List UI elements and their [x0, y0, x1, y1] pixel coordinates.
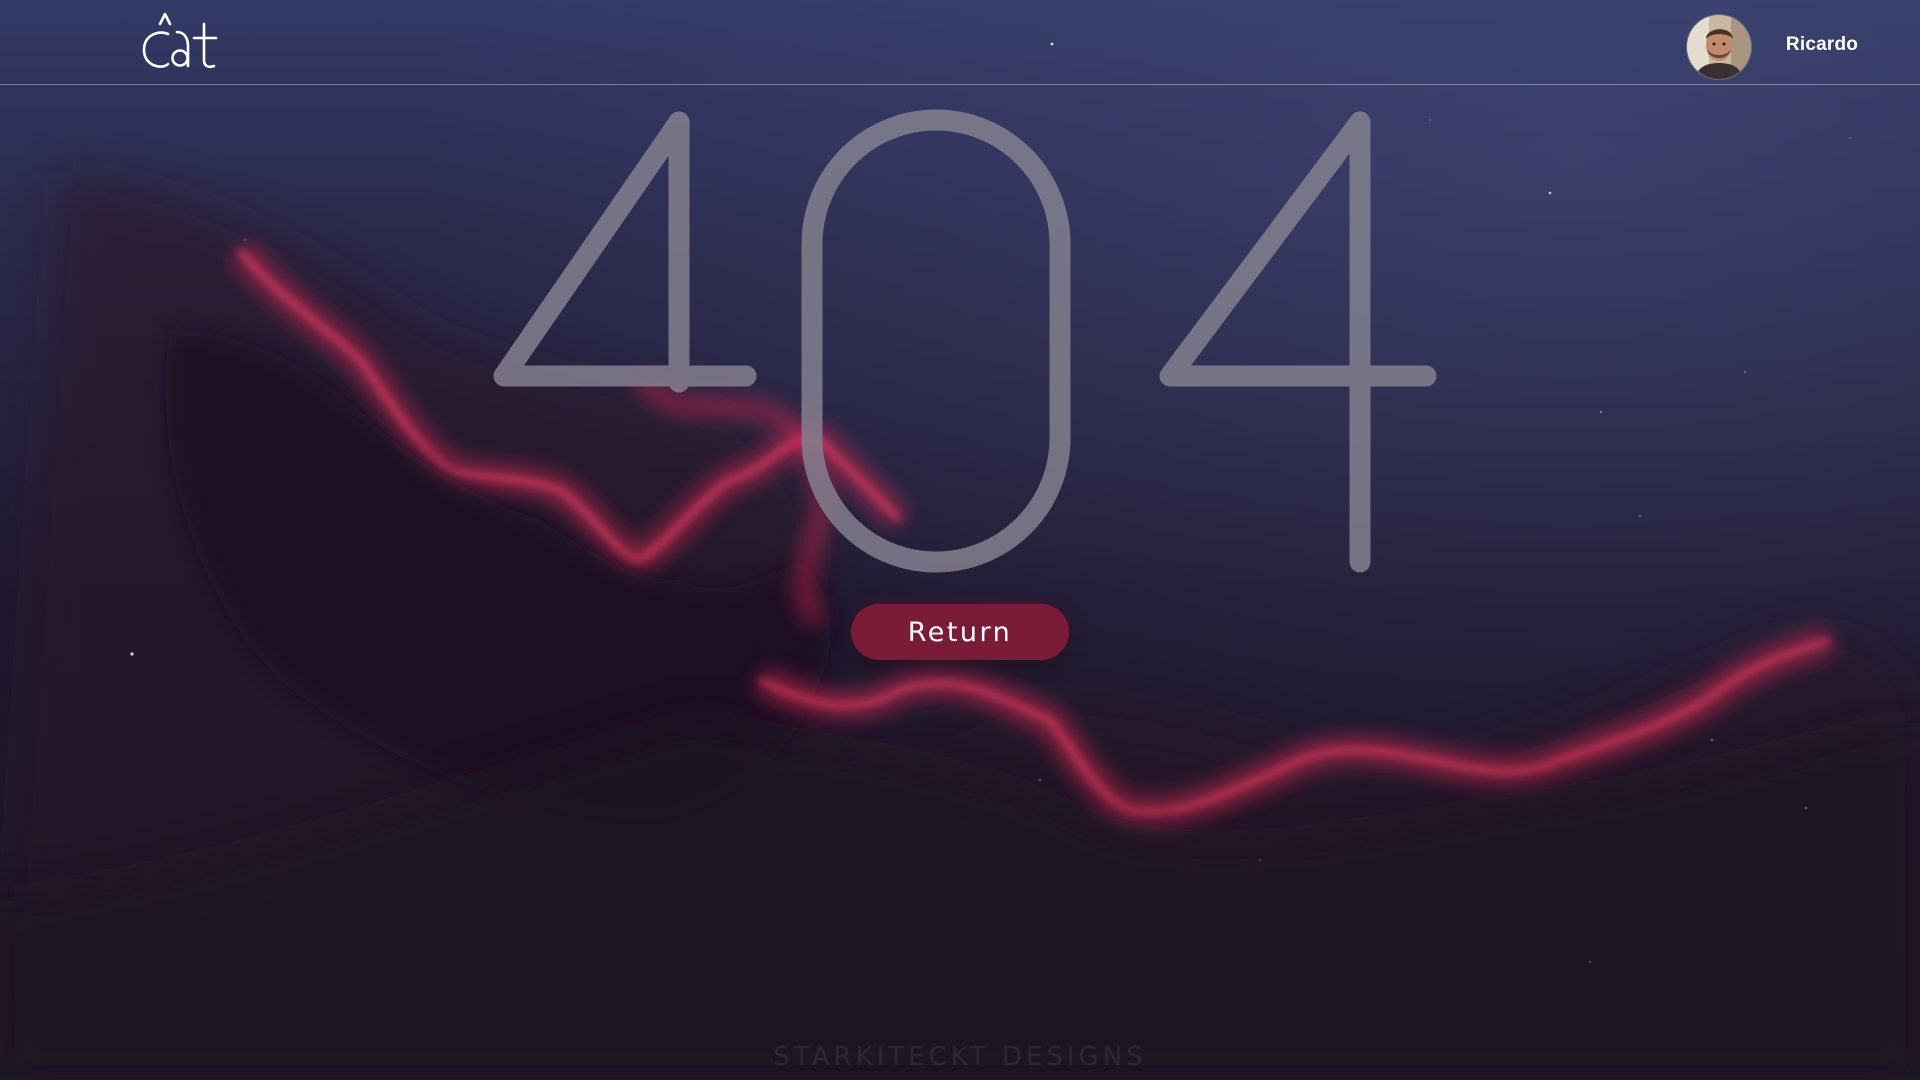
user-portrait-icon — [1687, 15, 1751, 79]
top-navigation-bar: cat Ricardo — [0, 0, 1920, 85]
user-name[interactable]: Ricardo — [1762, 34, 1882, 56]
error-code-404: 404 — [493, 109, 1437, 573]
user-avatar[interactable] — [1686, 14, 1752, 80]
digit-4-right — [1159, 111, 1437, 573]
error-page: cat Ricardo — [0, 0, 1920, 1080]
digit-0 — [801, 109, 1071, 573]
digit-4-left — [493, 111, 757, 393]
background-watermark: STARKITECKT DESIGNS — [773, 1042, 1147, 1072]
return-button[interactable]: Return — [851, 604, 1069, 660]
cat-logo[interactable]: cat — [140, 10, 230, 72]
